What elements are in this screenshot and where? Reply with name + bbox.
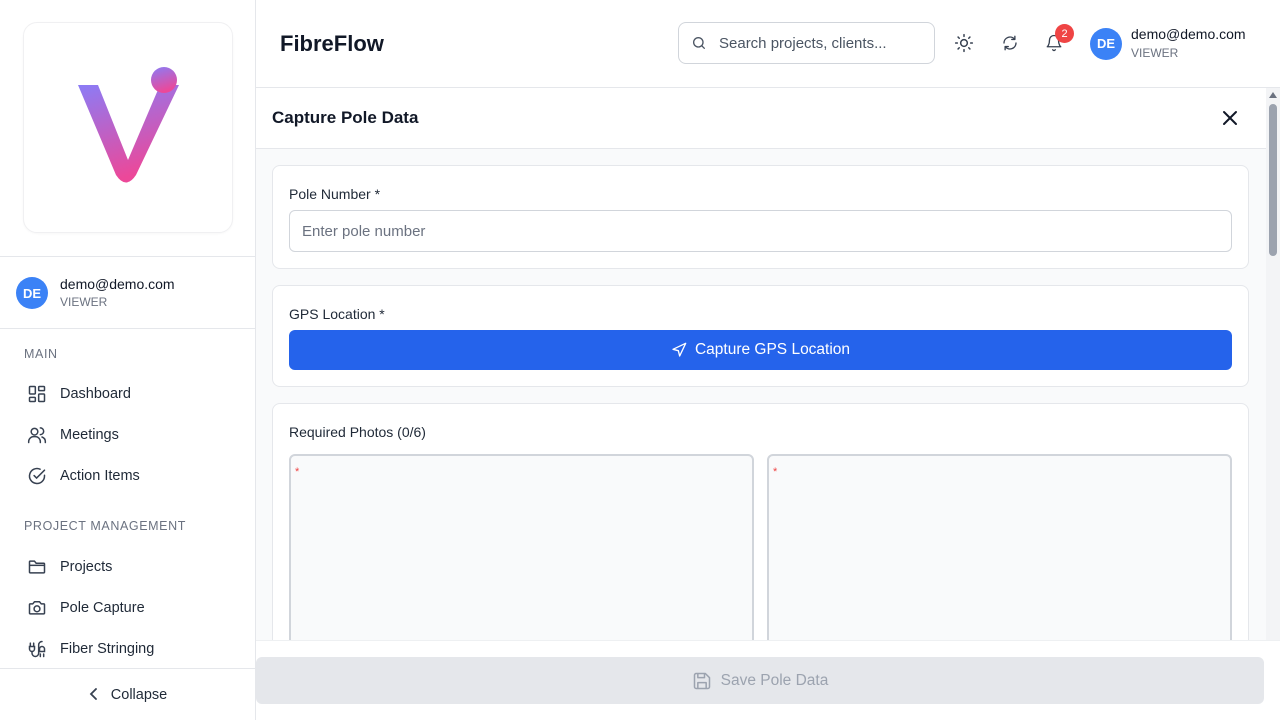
avatar: DE <box>1090 27 1122 60</box>
panel-title: Capture Pole Data <box>272 108 419 127</box>
sidebar-item-pole-capture[interactable]: Pole Capture <box>24 590 234 626</box>
close-button[interactable] <box>1220 108 1240 128</box>
capture-gps-label: Capture GPS Location <box>694 341 851 358</box>
users-icon <box>27 425 47 445</box>
scrollbar-thumb[interactable] <box>1269 104 1277 256</box>
capture-gps-button[interactable]: Capture GPS Location <box>289 330 1232 370</box>
cable-icon <box>27 639 47 659</box>
scroll-up-arrow[interactable] <box>1269 92 1277 98</box>
photo-upload-slot[interactable]: * <box>289 454 754 640</box>
sidebar-item-fiber-stringing[interactable]: Fiber Stringing <box>24 631 234 667</box>
pole-number-card: Pole Number * <box>272 165 1249 269</box>
sidebar-item-meetings[interactable]: Meetings <box>24 417 234 453</box>
photo-upload-slot[interactable]: * <box>767 454 1232 640</box>
refresh-button[interactable] <box>999 32 1021 54</box>
sidebar-user: DE demo@demo.com VIEWER <box>16 276 175 310</box>
collapse-label: Collapse <box>110 686 168 703</box>
sidebar-item-label: Dashboard <box>60 386 131 402</box>
panel-header: Capture Pole Data <box>256 88 1266 149</box>
required-marker: * <box>773 466 778 478</box>
scrollbar[interactable] <box>1266 88 1280 640</box>
sidebar: DE demo@demo.com VIEWER MAIN Dashboard M… <box>0 0 256 720</box>
gps-location-card: GPS Location * Capture GPS Location <box>272 285 1249 387</box>
sidebar-item-label: Pole Capture <box>60 600 145 616</box>
sun-icon <box>954 33 974 53</box>
header-user-role: VIEWER <box>1131 46 1179 60</box>
required-photos-card: Required Photos (0/6) * * <box>272 403 1249 640</box>
header-user-menu[interactable]: DE demo@demo.com VIEWER <box>1090 26 1246 61</box>
search-box[interactable] <box>678 22 935 64</box>
app-logo <box>78 67 179 183</box>
collapse-button[interactable]: Collapse <box>0 668 256 720</box>
folder-icon <box>27 557 47 577</box>
required-photos-label: Required Photos (0/6) <box>289 424 426 440</box>
notification-count-badge: 2 <box>1055 24 1074 43</box>
sidebar-item-label: Fiber Stringing <box>60 641 155 657</box>
camera-icon <box>27 598 47 618</box>
required-marker: * <box>295 466 300 478</box>
chevron-left-icon <box>89 687 99 703</box>
section-label-main: MAIN <box>24 347 58 361</box>
save-pole-data-button[interactable]: Save Pole Data <box>256 657 1264 704</box>
sidebar-item-label: Action Items <box>60 468 140 484</box>
sidebar-item-label: Meetings <box>60 427 119 443</box>
sidebar-divider <box>0 256 256 257</box>
search-icon <box>691 35 707 51</box>
theme-toggle-button[interactable] <box>953 32 975 54</box>
sidebar-item-action-items[interactable]: Action Items <box>24 458 234 494</box>
search-input[interactable] <box>719 34 919 52</box>
navigation-icon <box>671 342 687 358</box>
sidebar-item-dashboard[interactable]: Dashboard <box>24 376 234 412</box>
avatar: DE <box>16 277 48 309</box>
save-pole-data-label: Save Pole Data <box>720 671 829 689</box>
header-user-email: demo@demo.com <box>1131 26 1246 42</box>
save-icon <box>692 671 712 691</box>
top-header: FibreFlow 2 DE demo@demo.com VIEWER <box>256 0 1280 88</box>
sidebar-user-email: demo@demo.com <box>60 276 175 292</box>
refresh-icon <box>1001 34 1019 52</box>
sidebar-item-projects[interactable]: Projects <box>24 549 234 585</box>
check-circle-icon <box>27 466 47 486</box>
gps-location-label: GPS Location * <box>289 306 385 322</box>
pole-number-label: Pole Number * <box>289 186 381 202</box>
sidebar-item-label: Projects <box>60 559 113 575</box>
sidebar-divider <box>0 328 256 329</box>
close-icon <box>1222 110 1238 126</box>
form-footer: Save Pole Data <box>256 640 1280 720</box>
app-title: FibreFlow <box>280 31 384 56</box>
section-label-project-management: PROJECT MANAGEMENT <box>24 519 186 533</box>
logo-card <box>23 22 233 233</box>
pole-capture-form: Pole Number * GPS Location * Capture GPS… <box>256 149 1266 640</box>
pole-number-input[interactable] <box>289 210 1232 252</box>
dashboard-icon <box>27 384 47 404</box>
sidebar-user-role: VIEWER <box>60 295 108 309</box>
